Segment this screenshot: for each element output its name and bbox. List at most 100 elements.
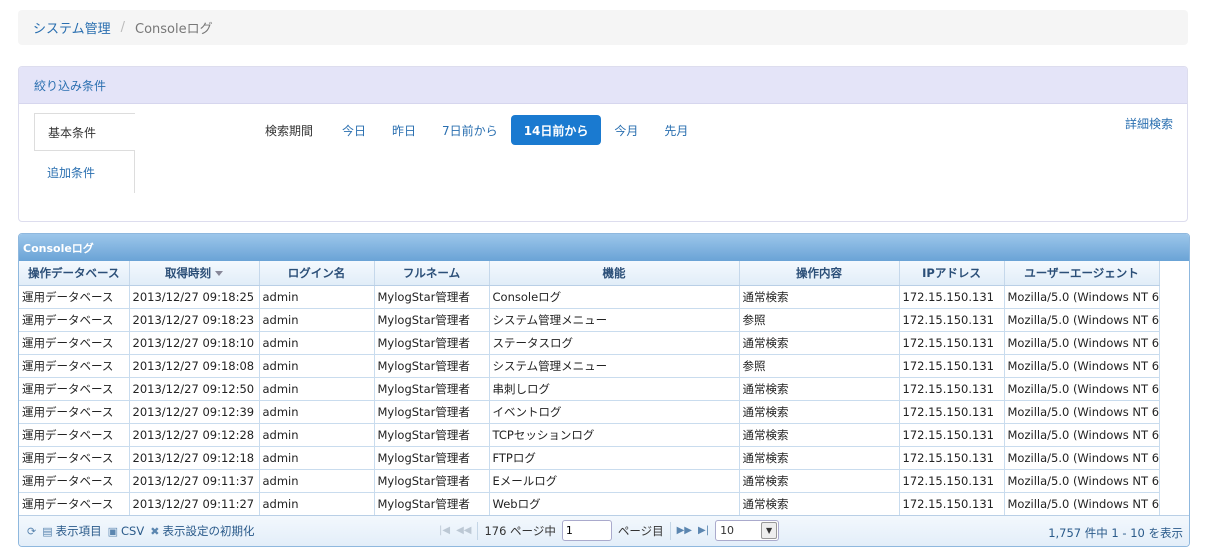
list-icon: ▤ (42, 524, 53, 538)
cell-operation: 通常検索 (739, 423, 900, 447)
cell-database: 運用データベース (19, 377, 130, 401)
sort-desc-icon (215, 270, 223, 276)
cell-database: 運用データベース (19, 354, 130, 378)
col-header-login[interactable]: ログイン名 (259, 261, 375, 286)
breadcrumb-separator: / (120, 20, 126, 35)
advanced-search-link[interactable]: 詳細検索 (1125, 115, 1173, 132)
cell-function: システム管理メニュー (489, 308, 740, 332)
filter-panel-title: 絞り込み条件 (19, 67, 1187, 104)
table-row[interactable]: 運用データベース 2013/12/27 09:12:18 admin MylogSta… (19, 446, 1160, 470)
col-header-database[interactable]: 操作データベース (19, 261, 130, 286)
cell-login: admin (259, 377, 375, 401)
grid-pager: ⟳ ▤表示項目 ▣CSV ✖表示設定の初期化 |◀ ◀◀ 176 ページ中 ペー… (19, 515, 1189, 546)
cell-function: FTPログ (489, 446, 740, 470)
cell-function: Eメールログ (489, 469, 740, 493)
table-row[interactable]: 運用データベース 2013/12/27 09:11:27 admin MylogSta… (19, 492, 1160, 515)
cell-database: 運用データベース (19, 492, 130, 515)
period-this-month-button[interactable]: 今月 (601, 116, 651, 145)
period-selector: 検索期間 今日 昨日 7日前から 14日前から 今月 先月 (265, 115, 701, 145)
col-header-ip[interactable]: IPアドレス (899, 261, 1005, 286)
breadcrumb-system-admin[interactable]: システム管理 (33, 18, 111, 37)
cell-operation: 通常検索 (739, 446, 900, 470)
col-header-function[interactable]: 機能 (489, 261, 740, 286)
cell-operation: 参照 (739, 308, 900, 332)
cell-operation: 参照 (739, 354, 900, 378)
display-items-button[interactable]: ▤ 表示項目 (42, 523, 101, 539)
cell-fullname: MylogStar管理者 (374, 354, 490, 378)
table-row[interactable]: 運用データベース 2013/12/27 09:12:39 admin MylogSta… (19, 400, 1160, 424)
cell-ip: 172.15.150.131 (899, 446, 1005, 470)
breadcrumb: システム管理 / Consoleログ (18, 10, 1188, 45)
cell-time: 2013/12/27 09:18:10 (129, 331, 260, 355)
col-header-operation[interactable]: 操作内容 (739, 261, 900, 286)
cell-fullname: MylogStar管理者 (374, 423, 490, 447)
cell-operation: 通常検索 (739, 285, 900, 309)
cell-function: ステータスログ (489, 331, 740, 355)
cell-database: 運用データベース (19, 423, 130, 447)
table-row[interactable]: 運用データベース 2013/12/27 09:18:08 admin MylogSta… (19, 354, 1160, 378)
period-last-month-button[interactable]: 先月 (651, 116, 701, 145)
first-page-icon[interactable]: |◀ (439, 525, 450, 536)
cell-fullname: MylogStar管理者 (374, 331, 490, 355)
cell-database: 運用データベース (19, 285, 130, 309)
cell-time: 2013/12/27 09:12:18 (129, 446, 260, 470)
table-row[interactable]: 運用データベース 2013/12/27 09:12:50 admin MylogSta… (19, 377, 1160, 401)
col-header-time[interactable]: 取得時刻 (129, 261, 260, 286)
table-row[interactable]: 運用データベース 2013/12/27 09:12:28 admin MylogSta… (19, 423, 1160, 447)
page-size-select[interactable]: 10 ▼ (715, 520, 780, 541)
cell-time: 2013/12/27 09:18:23 (129, 308, 260, 332)
period-label: 検索期間 (265, 123, 314, 138)
cell-useragent: Mozilla/5.0 (Windows NT 6. (1004, 285, 1160, 309)
cell-time: 2013/12/27 09:12:39 (129, 400, 260, 424)
cell-operation: 通常検索 (739, 377, 900, 401)
cell-login: admin (259, 285, 375, 309)
last-page-icon[interactable]: ▶| (698, 525, 709, 536)
cell-database: 運用データベース (19, 400, 130, 424)
cell-time: 2013/12/27 09:18:08 (129, 354, 260, 378)
period-7days-button[interactable]: 7日前から (429, 116, 511, 145)
cell-useragent: Mozilla/5.0 (Windows NT 6. (1004, 308, 1160, 332)
cell-fullname: MylogStar管理者 (374, 492, 490, 515)
cell-fullname: MylogStar管理者 (374, 285, 490, 309)
cell-fullname: MylogStar管理者 (374, 400, 490, 424)
csv-button[interactable]: ▣ CSV (108, 524, 145, 538)
period-yesterday-button[interactable]: 昨日 (379, 116, 429, 145)
col-header-fullname[interactable]: フルネーム (374, 261, 490, 286)
filter-panel: 絞り込み条件 基本条件 追加条件 検索期間 今日 昨日 7日前から 14日前から… (18, 66, 1188, 222)
log-table: 操作データベース 取得時刻 ログイン名 フルネーム 機能 操作内容 IPアドレス… (19, 261, 1160, 515)
cell-ip: 172.15.150.131 (899, 308, 1005, 332)
period-14days-button[interactable]: 14日前から (510, 115, 602, 145)
cell-function: システム管理メニュー (489, 354, 740, 378)
divider (669, 521, 671, 540)
cell-useragent: Mozilla/5.0 (Windows NT 6. (1004, 492, 1160, 515)
cell-useragent: Mozilla/5.0 (Windows NT 6. (1004, 354, 1160, 378)
cell-ip: 172.15.150.131 (899, 331, 1005, 355)
total-pages-text: 176 ページ中 (484, 523, 556, 538)
cell-operation: 通常検索 (739, 400, 900, 424)
next-page-icon[interactable]: ▶▶ (677, 525, 692, 536)
cell-login: admin (259, 469, 375, 493)
col-header-useragent[interactable]: ユーザーエージェント (1004, 261, 1160, 286)
table-row[interactable]: 運用データベース 2013/12/27 09:18:25 admin MylogSta… (19, 285, 1160, 309)
period-today-button[interactable]: 今日 (329, 116, 379, 145)
cell-fullname: MylogStar管理者 (374, 469, 490, 493)
cell-function: Webログ (489, 492, 740, 515)
console-log-grid: Consoleログ 操作データベース 取得時刻 ログイン名 フルネーム 機能 操… (18, 233, 1190, 547)
table-row[interactable]: 運用データベース 2013/12/27 09:18:23 admin MylogSta… (19, 308, 1160, 332)
table-row[interactable]: 運用データベース 2013/12/27 09:11:37 admin MylogSta… (19, 469, 1160, 493)
cell-function: Consoleログ (489, 285, 740, 309)
tab-additional-conditions[interactable]: 追加条件 (34, 151, 135, 193)
cell-function: イベントログ (489, 400, 740, 424)
refresh-icon[interactable]: ⟳ (27, 525, 36, 538)
cell-ip: 172.15.150.131 (899, 400, 1005, 424)
cell-ip: 172.15.150.131 (899, 285, 1005, 309)
page-number-input[interactable] (561, 520, 612, 541)
cell-useragent: Mozilla/5.0 (Windows NT 6. (1004, 400, 1160, 424)
reset-display-button[interactable]: ✖ 表示設定の初期化 (150, 523, 254, 539)
table-row[interactable]: 運用データベース 2013/12/27 09:18:10 admin MylogSta… (19, 331, 1160, 355)
cell-login: admin (259, 354, 375, 378)
tab-basic-conditions[interactable]: 基本条件 (34, 113, 135, 151)
cell-operation: 通常検索 (739, 331, 900, 355)
prev-page-icon[interactable]: ◀◀ (456, 525, 471, 536)
cell-useragent: Mozilla/5.0 (Windows NT 6. (1004, 446, 1160, 470)
